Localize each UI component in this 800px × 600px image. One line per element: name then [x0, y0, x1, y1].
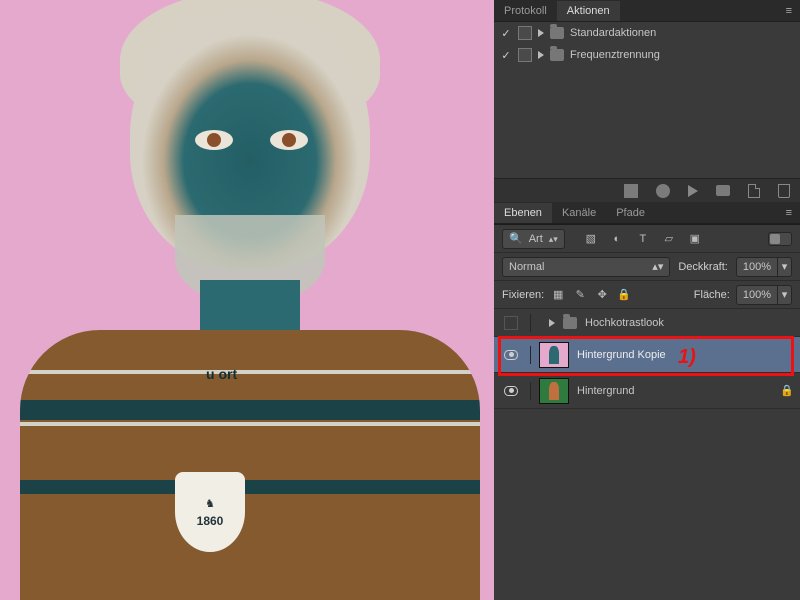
document-canvas[interactable]: u ort ♞ 1860: [0, 0, 494, 600]
jersey-brand-text: u ort: [206, 366, 237, 382]
action-set-label: Standardaktionen: [570, 27, 656, 39]
layer-blend-row: Normal ▴▾ Deckkraft: 100% ▾: [494, 253, 800, 281]
lock-position-icon[interactable]: ✥: [594, 287, 610, 303]
lock-label: Fixieren:: [502, 289, 544, 301]
action-dialog-toggle[interactable]: [518, 26, 532, 40]
layer-filter-kind-select[interactable]: 🔍 Art ▴▾: [502, 229, 565, 249]
lock-pixels-icon[interactable]: ✎: [572, 287, 588, 303]
visibility-eye-icon[interactable]: [504, 386, 518, 396]
annotation-label-1: 1): [678, 346, 696, 369]
filter-smart-icon[interactable]: ▣: [687, 231, 703, 247]
action-set-row[interactable]: Standardaktionen: [494, 22, 800, 44]
crest-year: 1860: [197, 514, 224, 528]
dropdown-icon[interactable]: ▾: [777, 286, 791, 304]
play-icon[interactable]: [688, 185, 698, 197]
layer-name-label: Hintergrund: [577, 385, 772, 397]
action-toggle-icon[interactable]: [500, 27, 512, 40]
blend-mode-value: Normal: [509, 261, 544, 273]
layers-panel-tabs: Ebenen Kanäle Pfade ≡: [494, 202, 800, 224]
filter-pixel-icon[interactable]: ▧: [583, 231, 599, 247]
layer-lock-row: Fixieren: ▦ ✎ ✥ 🔒 Fläche: 100% ▾: [494, 281, 800, 309]
layer-filter-switch[interactable]: [768, 232, 792, 246]
fill-value: 100%: [737, 289, 777, 301]
folder-icon: [563, 317, 577, 329]
dropdown-icon[interactable]: ▾: [777, 258, 791, 276]
blend-mode-select[interactable]: Normal ▴▾: [502, 257, 670, 277]
select-arrows-icon: ▴▾: [652, 260, 663, 273]
figure-jersey: [20, 330, 480, 600]
trash-icon[interactable]: [778, 184, 790, 198]
tab-actions[interactable]: Aktionen: [557, 1, 620, 21]
search-icon: 🔍: [509, 232, 523, 245]
lock-all-icon[interactable]: 🔒: [616, 287, 632, 303]
filter-adjust-icon[interactable]: ◐: [609, 231, 625, 247]
opacity-input[interactable]: 100% ▾: [736, 257, 792, 277]
layer-filter-icons: ▧ ◐ T ▱ ▣: [583, 231, 703, 247]
lock-icon: 🔒: [780, 384, 794, 397]
layer-list: Hochkotrastlook Hintergrund Kopie Hinter…: [494, 309, 800, 409]
crest-lion-icon: ♞: [205, 497, 215, 510]
layers-panel: 🔍 Art ▴▾ ▧ ◐ T ▱ ▣ Normal ▴▾ Deckkraft: …: [494, 224, 800, 409]
filter-shape-icon[interactable]: ▱: [661, 231, 677, 247]
figure-pupil-left: [207, 133, 221, 147]
group-expand-icon[interactable]: [549, 319, 555, 327]
lock-transparent-icon[interactable]: ▦: [550, 287, 566, 303]
visibility-toggle[interactable]: [504, 316, 518, 330]
fill-input[interactable]: 100% ▾: [736, 285, 792, 305]
filter-type-icon[interactable]: T: [635, 231, 651, 247]
figure-pupil-right: [282, 133, 296, 147]
opacity-label: Deckkraft:: [678, 261, 728, 273]
layer-thumbnail[interactable]: [539, 342, 569, 368]
folder-icon: [550, 49, 564, 61]
folder-icon: [550, 27, 564, 39]
tab-protocol[interactable]: Protokoll: [494, 1, 557, 21]
divider: [530, 346, 531, 364]
new-action-icon[interactable]: [748, 184, 760, 198]
opacity-value: 100%: [737, 261, 777, 273]
actions-panel-menu-icon[interactable]: ≡: [778, 5, 800, 17]
fill-label: Fläche:: [694, 289, 730, 301]
new-set-icon[interactable]: [716, 185, 730, 196]
select-arrows-icon: ▴▾: [549, 235, 558, 243]
layer-group-name: Hochkotrastlook: [585, 317, 794, 329]
actions-panel-tabs: Protokoll Aktionen ≡: [494, 0, 800, 22]
visibility-eye-icon[interactable]: [504, 350, 518, 360]
divider: [530, 382, 531, 400]
layer-group-row[interactable]: Hochkotrastlook: [494, 309, 800, 337]
layer-thumbnail[interactable]: [539, 378, 569, 404]
layer-row-hintergrund-kopie[interactable]: Hintergrund Kopie: [494, 337, 800, 373]
layers-panel-menu-icon[interactable]: ≡: [778, 207, 800, 219]
action-expand-icon[interactable]: [538, 51, 544, 59]
layer-filter-bar: 🔍 Art ▴▾ ▧ ◐ T ▱ ▣: [494, 225, 800, 253]
tab-channels[interactable]: Kanäle: [552, 203, 606, 223]
layer-filter-kind-label: Art: [529, 233, 543, 245]
action-toggle-icon[interactable]: [500, 49, 512, 62]
action-expand-icon[interactable]: [538, 29, 544, 37]
action-set-label: Frequenztrennung: [570, 49, 660, 61]
jersey-crest: ♞ 1860: [175, 472, 245, 552]
actions-panel-footer: [494, 178, 800, 202]
layer-row-hintergrund[interactable]: Hintergrund 🔒: [494, 373, 800, 409]
action-dialog-toggle[interactable]: [518, 48, 532, 62]
tab-paths[interactable]: Pfade: [606, 203, 655, 223]
action-set-row[interactable]: Frequenztrennung: [494, 44, 800, 66]
stop-icon[interactable]: [624, 184, 638, 198]
actions-panel: Standardaktionen Frequenztrennung: [494, 22, 800, 178]
divider: [530, 314, 531, 332]
record-icon[interactable]: [656, 184, 670, 198]
tab-layers[interactable]: Ebenen: [494, 203, 552, 223]
